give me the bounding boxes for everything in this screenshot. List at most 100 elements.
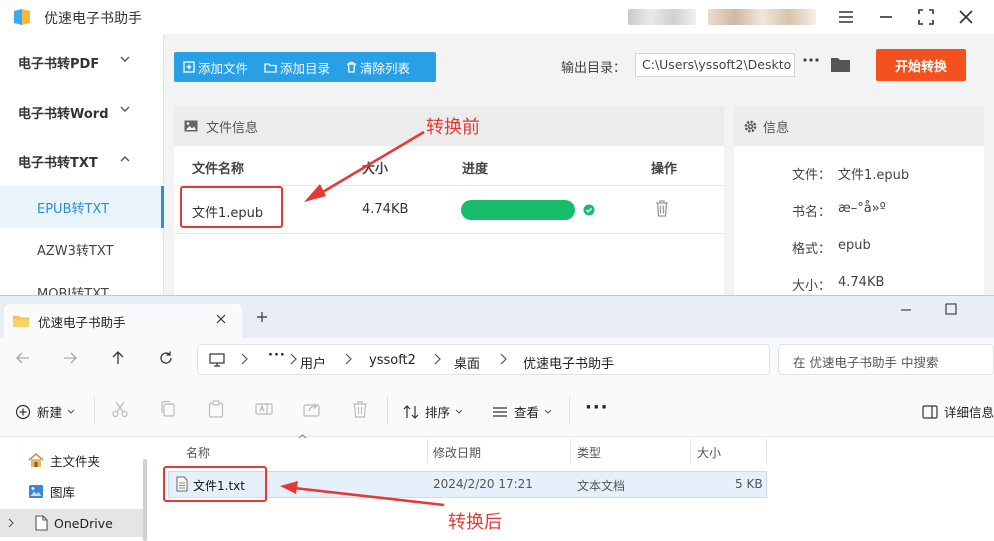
sidebar-group-label: 电子书转TXT bbox=[18, 155, 98, 171]
cut-icon[interactable] bbox=[111, 400, 129, 418]
navigation-pane: 主文件夹 图库 OneDrive bbox=[0, 437, 150, 541]
sidebar-group-txt[interactable]: 电子书转TXT bbox=[0, 137, 164, 185]
details-pane-button[interactable]: 详细信息 bbox=[922, 402, 994, 421]
column-divider[interactable] bbox=[766, 439, 767, 463]
annotation-arrow-before bbox=[304, 130, 425, 202]
delete-icon[interactable] bbox=[351, 400, 369, 418]
minimize-icon[interactable] bbox=[900, 304, 912, 316]
sort-label: 排序 bbox=[425, 405, 451, 420]
breadcrumb-users[interactable]: 用户 bbox=[300, 353, 326, 372]
delete-row-icon[interactable] bbox=[655, 199, 669, 217]
sort-button[interactable]: 排序 bbox=[403, 402, 469, 421]
file-row-type: 文本文档 bbox=[577, 479, 626, 493]
image-icon bbox=[184, 120, 206, 132]
search-input[interactable]: 在 优速电子书助手 中搜索 bbox=[778, 344, 994, 375]
chevron-right-icon bbox=[290, 353, 297, 365]
chevron-down-icon bbox=[120, 106, 130, 113]
sidebar-item-azw3-to-txt[interactable]: AZW3转TXT bbox=[0, 228, 164, 270]
nav-home[interactable]: 主文件夹 bbox=[0, 446, 146, 474]
gallery-icon bbox=[28, 484, 50, 499]
monitor-icon bbox=[209, 353, 225, 367]
gear-icon bbox=[744, 120, 763, 133]
folder-icon bbox=[264, 62, 280, 73]
info-row-format: 格式： epub bbox=[792, 238, 871, 257]
explorer-tab-title: 优速电子书助手 bbox=[38, 314, 126, 330]
chevron-right-icon bbox=[434, 353, 441, 365]
up-arrow-icon[interactable] bbox=[110, 350, 126, 366]
folder-icon bbox=[12, 314, 30, 328]
address-bar[interactable]: ··· 用户 yssoft2 桌面 优速电子书助手 bbox=[197, 344, 770, 375]
info-panel: 信息 文件： 文件1.epub 书名： æ–°å»º 格式： epub 大小： 4.74… bbox=[734, 106, 984, 300]
divider bbox=[387, 396, 388, 424]
details-pane-icon bbox=[922, 404, 944, 419]
column-divider[interactable] bbox=[427, 439, 428, 463]
chevron-right-icon[interactable] bbox=[8, 518, 20, 528]
app-title: 优速电子书助手 bbox=[44, 11, 142, 27]
col-progress: 进度 bbox=[462, 162, 489, 177]
info-row-title: 书名： æ–°å»º bbox=[792, 201, 886, 220]
minimize-icon[interactable] bbox=[875, 6, 897, 28]
divider bbox=[94, 396, 95, 424]
copy-icon[interactable] bbox=[159, 400, 177, 418]
sidebar-group-label: 电子书转Word bbox=[18, 106, 109, 122]
details-label: 详细信息 bbox=[944, 405, 994, 420]
sidebar-item-epub-to-txt[interactable]: EPUB转TXT bbox=[0, 186, 164, 228]
paste-icon[interactable] bbox=[207, 400, 225, 418]
annotation-arrow-after bbox=[280, 481, 445, 507]
more-options-icon[interactable]: ··· bbox=[585, 397, 609, 418]
explorer-tab-bar: 优速电子书助手 bbox=[0, 296, 994, 338]
sidebar-group-word[interactable]: 电子书转Word bbox=[0, 88, 164, 136]
explorer-tab[interactable]: 优速电子书助手 bbox=[4, 304, 242, 338]
chevron-down-icon bbox=[455, 409, 469, 414]
info-panel-header: 信息 bbox=[734, 106, 984, 146]
info-value: epub bbox=[838, 238, 871, 253]
forward-arrow-icon[interactable] bbox=[62, 350, 78, 366]
sidebar-group-pdf[interactable]: 电子书转PDF bbox=[0, 38, 164, 86]
view-button[interactable]: 查看 bbox=[492, 402, 558, 421]
open-folder-icon[interactable] bbox=[830, 56, 851, 73]
blurred-account-info bbox=[708, 9, 816, 25]
new-button[interactable]: 新建 bbox=[15, 402, 81, 421]
tab-close-icon[interactable] bbox=[216, 314, 226, 324]
start-convert-button[interactable]: 开始转换 bbox=[876, 49, 966, 81]
add-file-button[interactable]: 添加文件 bbox=[174, 52, 255, 82]
info-value: 文件1.epub bbox=[838, 168, 910, 183]
column-divider[interactable] bbox=[690, 439, 691, 463]
refresh-icon[interactable] bbox=[158, 350, 174, 366]
trash-icon bbox=[346, 61, 360, 73]
nav-pane-scrollbar[interactable] bbox=[143, 459, 147, 541]
column-header-modified[interactable]: 修改日期 bbox=[433, 444, 481, 461]
nav-onedrive[interactable]: OneDrive bbox=[0, 509, 146, 537]
new-tab-icon[interactable] bbox=[256, 311, 268, 323]
nav-gallery[interactable]: 图库 bbox=[0, 477, 146, 505]
column-header-type[interactable]: 类型 bbox=[577, 444, 601, 461]
column-divider[interactable] bbox=[570, 439, 571, 463]
share-icon[interactable] bbox=[303, 400, 321, 418]
add-folder-button[interactable]: 添加目录 bbox=[255, 52, 337, 82]
breadcrumb-current-folder[interactable]: 优速电子书助手 bbox=[523, 353, 614, 372]
menu-icon[interactable] bbox=[835, 6, 857, 28]
add-file-label: 添加文件 bbox=[198, 60, 249, 76]
clear-list-button[interactable]: 清除列表 bbox=[337, 52, 417, 82]
info-row-size: 大小： 4.74KB bbox=[792, 275, 884, 294]
output-dir-field[interactable]: C:\Users\yssoft2\Deskto bbox=[635, 53, 795, 77]
column-header-size[interactable]: 大小 bbox=[697, 444, 721, 461]
breadcrumb-overflow-icon[interactable]: ··· bbox=[268, 348, 286, 363]
file-row-size: 5 KB bbox=[735, 477, 763, 491]
back-arrow-icon[interactable] bbox=[15, 350, 31, 366]
rename-icon[interactable] bbox=[255, 400, 273, 418]
chevron-right-icon bbox=[345, 353, 352, 365]
more-options-icon[interactable] bbox=[803, 58, 819, 62]
breadcrumb-user[interactable]: yssoft2 bbox=[369, 353, 416, 368]
maximize-icon[interactable] bbox=[915, 6, 937, 28]
chevron-right-icon bbox=[500, 353, 507, 365]
sort-icon bbox=[403, 404, 425, 419]
close-icon[interactable] bbox=[955, 6, 977, 28]
highlight-box-before bbox=[180, 186, 283, 228]
new-label: 新建 bbox=[37, 405, 63, 420]
breadcrumb-desktop[interactable]: 桌面 bbox=[454, 353, 480, 372]
maximize-icon[interactable] bbox=[945, 303, 957, 315]
nav-gallery-label: 图库 bbox=[50, 484, 76, 500]
document-icon bbox=[34, 515, 54, 531]
column-header-name[interactable]: 名称 bbox=[186, 444, 210, 461]
